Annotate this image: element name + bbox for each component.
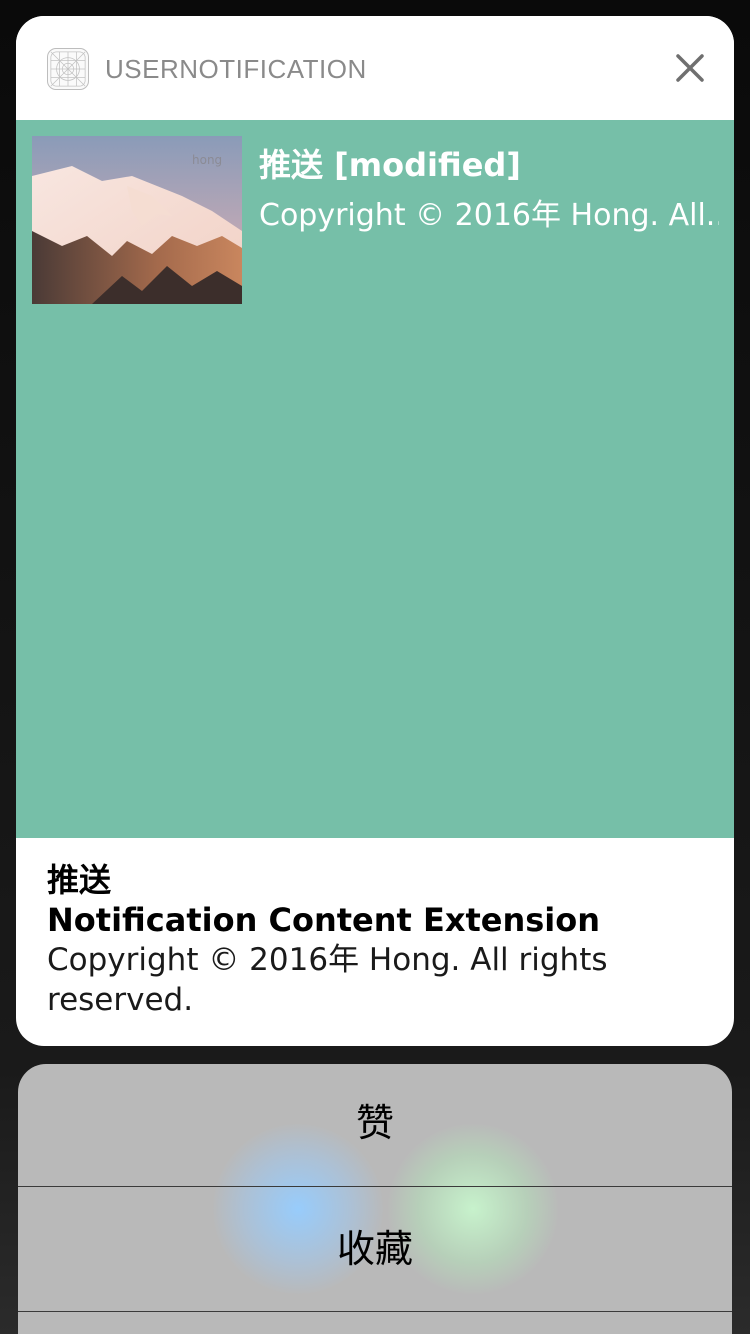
notification-subtitle: Notification Content Extension bbox=[47, 901, 601, 939]
divider bbox=[18, 1311, 732, 1312]
extension-title: 推送 [modified] bbox=[259, 146, 521, 184]
action-sheet: 赞 收藏 bbox=[18, 1064, 732, 1334]
extension-body: Copyright © 2016年 Hong. All... bbox=[259, 198, 719, 233]
notification-default-content: 推送 Notification Content Extension Copyri… bbox=[47, 860, 707, 1020]
app-name: USERNOTIFICATION bbox=[105, 54, 367, 84]
image-watermark: hong bbox=[192, 153, 222, 167]
grid-icon bbox=[47, 48, 89, 90]
notification-header: USERNOTIFICATION bbox=[16, 16, 734, 120]
close-button[interactable] bbox=[668, 46, 712, 90]
close-icon bbox=[676, 54, 704, 82]
notification-title: 推送 bbox=[47, 861, 112, 899]
attachment-image: hong bbox=[32, 136, 242, 304]
favorite-action-button[interactable]: 收藏 bbox=[18, 1187, 732, 1311]
like-action-button[interactable]: 赞 bbox=[18, 1064, 732, 1186]
extension-content[interactable]: hong 推送 [modified] Copyright © 2016年 Hon… bbox=[16, 120, 734, 838]
notification-body: Copyright © 2016年 Hong. All rights reser… bbox=[47, 942, 608, 1018]
notification-card: USERNOTIFICATION hong 推送 [modified] Copy… bbox=[16, 16, 734, 1046]
